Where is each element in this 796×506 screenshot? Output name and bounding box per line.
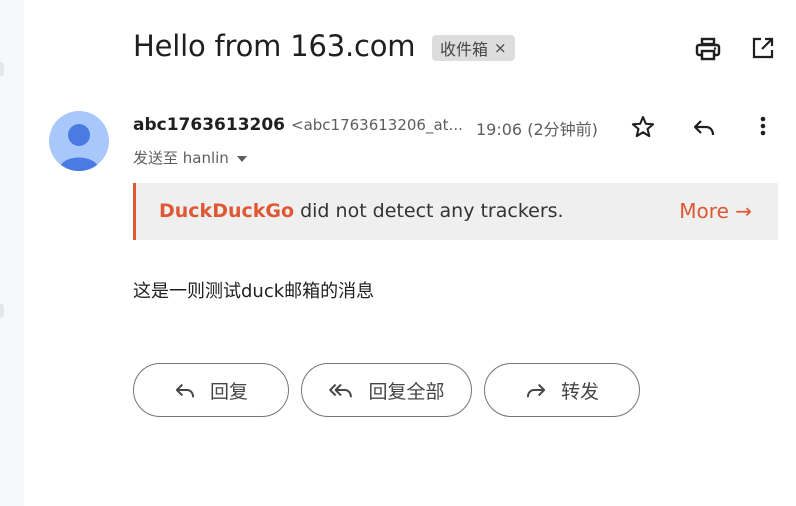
reply-header-button[interactable] [690,114,718,140]
tracker-brand: DuckDuckGo [159,200,295,222]
remove-label-button[interactable]: × [494,39,507,57]
reply-icon [175,383,195,398]
rail-indicator [0,62,4,76]
recipient-details[interactable]: 发送至 hanlin [133,147,247,168]
reply-button[interactable]: 回复 [133,363,289,417]
reply-icon [693,120,715,136]
left-rail [0,0,24,506]
label-chip-text: 收件箱 [440,40,489,59]
reply-all-button-label: 回复全部 [368,380,445,403]
forward-button-label: 转发 [560,380,599,403]
star-icon [631,116,655,138]
sender-email: <abc1763613206_at... [291,116,463,134]
reply-all-icon [329,383,353,398]
label-chip-inbox[interactable]: 收件箱 × [432,35,515,61]
tracker-message: DuckDuckGo did not detect any trackers. [159,200,564,222]
more-options-button[interactable] [753,113,773,139]
open-in-new-window-button[interactable] [749,34,777,62]
rail-indicator [0,304,4,318]
forward-icon [526,383,546,398]
avatar-person-icon [59,124,99,171]
message-body: 这是一则测试duck邮箱的消息 [133,281,375,302]
sender-name[interactable]: abc1763613206 [133,115,285,135]
recipient-text: 发送至 hanlin [133,149,229,167]
message-time: 19:06 (2分钟前) [476,120,598,139]
forward-button[interactable]: 转发 [484,363,640,417]
sender-line: abc1763613206 <abc1763613206_at... [133,115,463,135]
reply-all-button[interactable]: 回复全部 [301,363,472,417]
tracker-more-link[interactable]: More → [679,199,752,223]
print-button[interactable] [692,34,724,64]
email-subject: Hello from 163.com [133,29,416,63]
tracker-status-text: did not detect any trackers. [294,200,564,222]
caret-down-icon[interactable] [236,155,247,162]
star-button[interactable] [628,112,658,142]
print-icon [695,37,721,61]
sender-avatar[interactable] [49,111,109,171]
tracker-banner: DuckDuckGo did not detect any trackers. … [133,183,778,240]
open-in-new-icon [752,37,774,59]
more-vert-icon [760,116,766,136]
reply-button-label: 回复 [209,380,248,403]
